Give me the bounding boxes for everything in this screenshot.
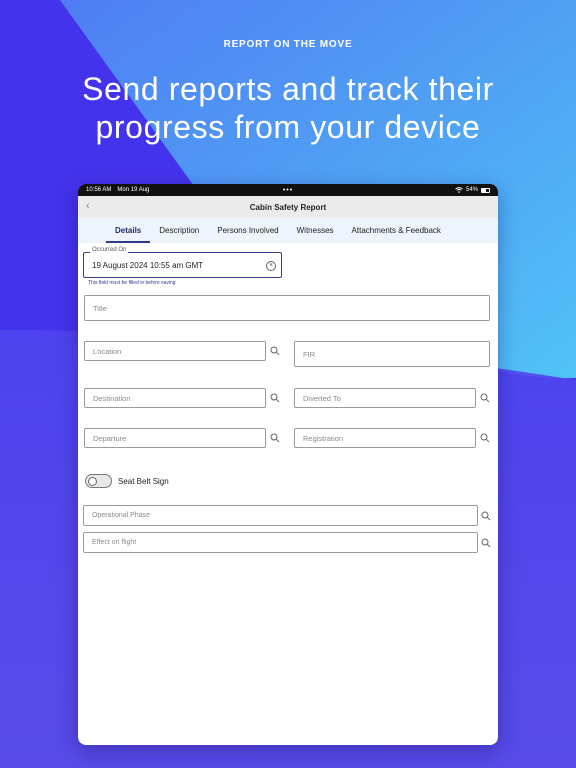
seat-belt-toggle[interactable] — [85, 474, 112, 488]
occurred-on-label: Occurred On — [90, 247, 129, 253]
tab-bar: Details Description Persons Involved Wit… — [78, 218, 498, 243]
battery-percent: 54% — [465, 187, 478, 193]
departure-search-icon[interactable] — [270, 433, 280, 443]
status-bar: 10:56 AM Mon 19 Aug ••• 54% — [78, 184, 498, 196]
effect-on-flight-field[interactable]: Effect on flight — [83, 532, 478, 553]
fir-field[interactable]: FIR — [294, 341, 490, 367]
registration-placeholder: Registration — [303, 433, 344, 443]
effect-on-flight-placeholder: Effect on flight — [92, 539, 137, 546]
tab-persons-involved[interactable]: Persons Involved — [208, 218, 287, 243]
title-field[interactable]: Title — [84, 295, 490, 321]
destination-field[interactable]: Destination — [84, 388, 266, 408]
multitask-dots-icon[interactable]: ••• — [283, 187, 293, 194]
status-right: 54% — [455, 187, 490, 193]
location-field[interactable]: Location — [84, 341, 266, 361]
destination-placeholder: Destination — [93, 393, 131, 403]
destination-search-icon[interactable] — [270, 393, 280, 403]
clear-icon[interactable]: × — [266, 261, 276, 271]
diverted-to-placeholder: Diverted To — [303, 393, 341, 403]
location-placeholder: Location — [93, 346, 122, 356]
promo-kicker: REPORT ON THE MOVE — [223, 39, 353, 50]
back-chevron-icon[interactable]: ‹ — [86, 200, 90, 212]
tab-witnesses[interactable]: Witnesses — [288, 218, 343, 243]
registration-search-icon[interactable] — [480, 433, 490, 443]
nav-bar: ‹ Cabin Safety Report — [78, 196, 498, 218]
occurred-on-field[interactable]: Occurred On 19 August 2024 10:55 am GMT … — [83, 247, 282, 278]
fir-placeholder: FIR — [303, 349, 316, 359]
operational-phase-placeholder: Operational Phase — [92, 512, 150, 519]
occurred-on-value: 19 August 2024 10:55 am GMT — [92, 260, 204, 270]
diverted-to-field[interactable]: Diverted To — [294, 388, 476, 408]
effect-on-flight-search-icon[interactable] — [481, 538, 491, 548]
operational-phase-field[interactable]: Operational Phase — [83, 505, 478, 526]
status-time: 10:56 AM — [86, 187, 112, 193]
toggle-knob — [88, 477, 97, 486]
form-content: Occurred On 19 August 2024 10:55 am GMT … — [78, 243, 498, 745]
promo-headline: Send reports and track their progress fr… — [0, 70, 576, 146]
diverted-to-search-icon[interactable] — [480, 393, 490, 403]
battery-icon — [481, 187, 490, 193]
promo-headline-line1: Send reports and track their — [82, 71, 494, 107]
operational-phase-search-icon[interactable] — [481, 511, 491, 521]
status-date: Mon 19 Aug — [117, 187, 150, 193]
tab-details[interactable]: Details — [106, 218, 151, 243]
tab-description[interactable]: Description — [150, 218, 208, 243]
seat-belt-label: Seat Belt Sign — [118, 477, 169, 486]
title-placeholder: Title — [93, 303, 107, 313]
departure-placeholder: Departure — [93, 433, 127, 443]
page-title: Cabin Safety Report — [249, 202, 327, 212]
location-search-icon[interactable] — [270, 346, 280, 356]
departure-field[interactable]: Departure — [84, 428, 266, 448]
promo-headline-line2: progress from your device — [95, 109, 481, 145]
occurred-on-hint: This field must be filled in before savi… — [88, 280, 176, 286]
registration-field[interactable]: Registration — [294, 428, 476, 448]
wifi-icon — [455, 187, 463, 193]
tab-attachments-feedback[interactable]: Attachments & Feedback — [343, 218, 450, 243]
tablet-screen: 10:56 AM Mon 19 Aug ••• 54% ‹ Cabin Safe… — [78, 184, 498, 745]
